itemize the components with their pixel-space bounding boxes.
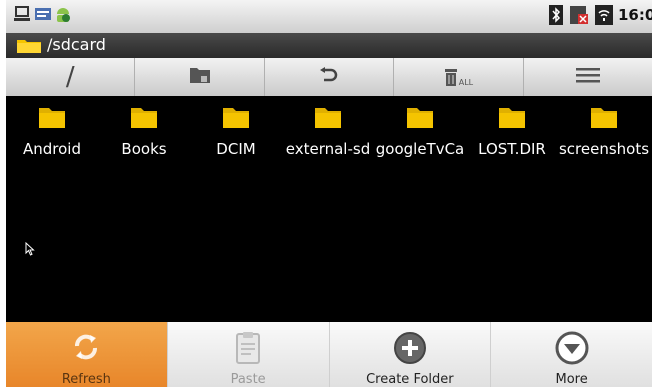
current-path: /sdcard	[47, 35, 106, 54]
usb-debug-icon	[14, 5, 30, 27]
android-icon	[54, 5, 72, 27]
file-item-external-sd[interactable]: external-sd	[282, 104, 374, 158]
sim-icon	[569, 5, 589, 29]
toolbar: / ALL	[6, 58, 652, 97]
status-bar: 16:09	[6, 0, 652, 34]
folder-icon	[407, 108, 433, 128]
create-folder-label: Create Folder	[366, 372, 454, 387]
create-folder-button[interactable]: Create Folder	[330, 322, 492, 387]
file-grid: Android Books DCIM external-sd googleTvC…	[6, 96, 652, 322]
file-item-dcim[interactable]: DCIM	[190, 104, 282, 158]
root-slash-label: /	[65, 62, 75, 92]
refresh-button[interactable]: Refresh	[6, 322, 168, 387]
file-label: Books	[121, 140, 167, 158]
folder-icon	[223, 108, 249, 128]
file-label: googleTvCa	[375, 140, 465, 158]
notification-icon	[34, 5, 52, 27]
folder-icon	[131, 108, 157, 128]
file-label: external-sd	[285, 140, 371, 158]
file-manager-screen: 16:09 /sdcard / ALL	[6, 0, 652, 387]
add-circle-icon	[393, 331, 427, 369]
status-clock: 16:09	[618, 6, 652, 24]
mouse-pointer-icon	[25, 241, 35, 260]
bluetooth-icon	[549, 5, 563, 29]
file-label: screenshots	[558, 140, 650, 158]
folder-icon	[499, 108, 525, 128]
paste-icon	[235, 331, 261, 369]
file-label: LOST.DIR	[478, 140, 546, 158]
more-button[interactable]: More	[491, 322, 652, 387]
list-icon	[575, 67, 600, 87]
folder-icon	[16, 37, 42, 58]
folder-add-icon	[189, 66, 211, 88]
signal-icon	[595, 5, 613, 29]
refresh-icon	[70, 331, 102, 367]
file-label: Android	[23, 140, 81, 158]
more-circle-icon	[555, 331, 589, 369]
refresh-label: Refresh	[61, 372, 111, 387]
file-item-screenshots[interactable]: screenshots	[558, 104, 650, 158]
folder-icon	[315, 108, 341, 128]
folder-icon	[39, 108, 65, 128]
root-dir-button[interactable]: /	[6, 58, 136, 96]
delete-all-button[interactable]: ALL	[394, 58, 524, 96]
menu-button[interactable]	[524, 58, 652, 96]
paste-label: Paste	[230, 372, 266, 387]
file-item-googletvca[interactable]: googleTvCa	[374, 104, 466, 158]
paste-button[interactable]: Paste	[168, 322, 330, 387]
undo-button[interactable]	[265, 58, 395, 96]
undo-icon	[318, 66, 340, 88]
file-item-books[interactable]: Books	[98, 104, 190, 158]
more-label: More	[555, 372, 588, 387]
file-label: DCIM	[216, 140, 256, 158]
new-folder-button[interactable]	[135, 58, 265, 96]
trash-all-label: ALL	[458, 78, 474, 87]
file-item-lost-dir[interactable]: LOST.DIR	[466, 104, 558, 158]
path-bar: /sdcard	[6, 33, 652, 58]
folder-icon	[591, 108, 617, 128]
bottom-action-bar: Refresh Paste Create Folder More	[6, 322, 652, 387]
file-item-android[interactable]: Android	[6, 104, 98, 158]
trash-all-icon: ALL	[444, 67, 473, 87]
